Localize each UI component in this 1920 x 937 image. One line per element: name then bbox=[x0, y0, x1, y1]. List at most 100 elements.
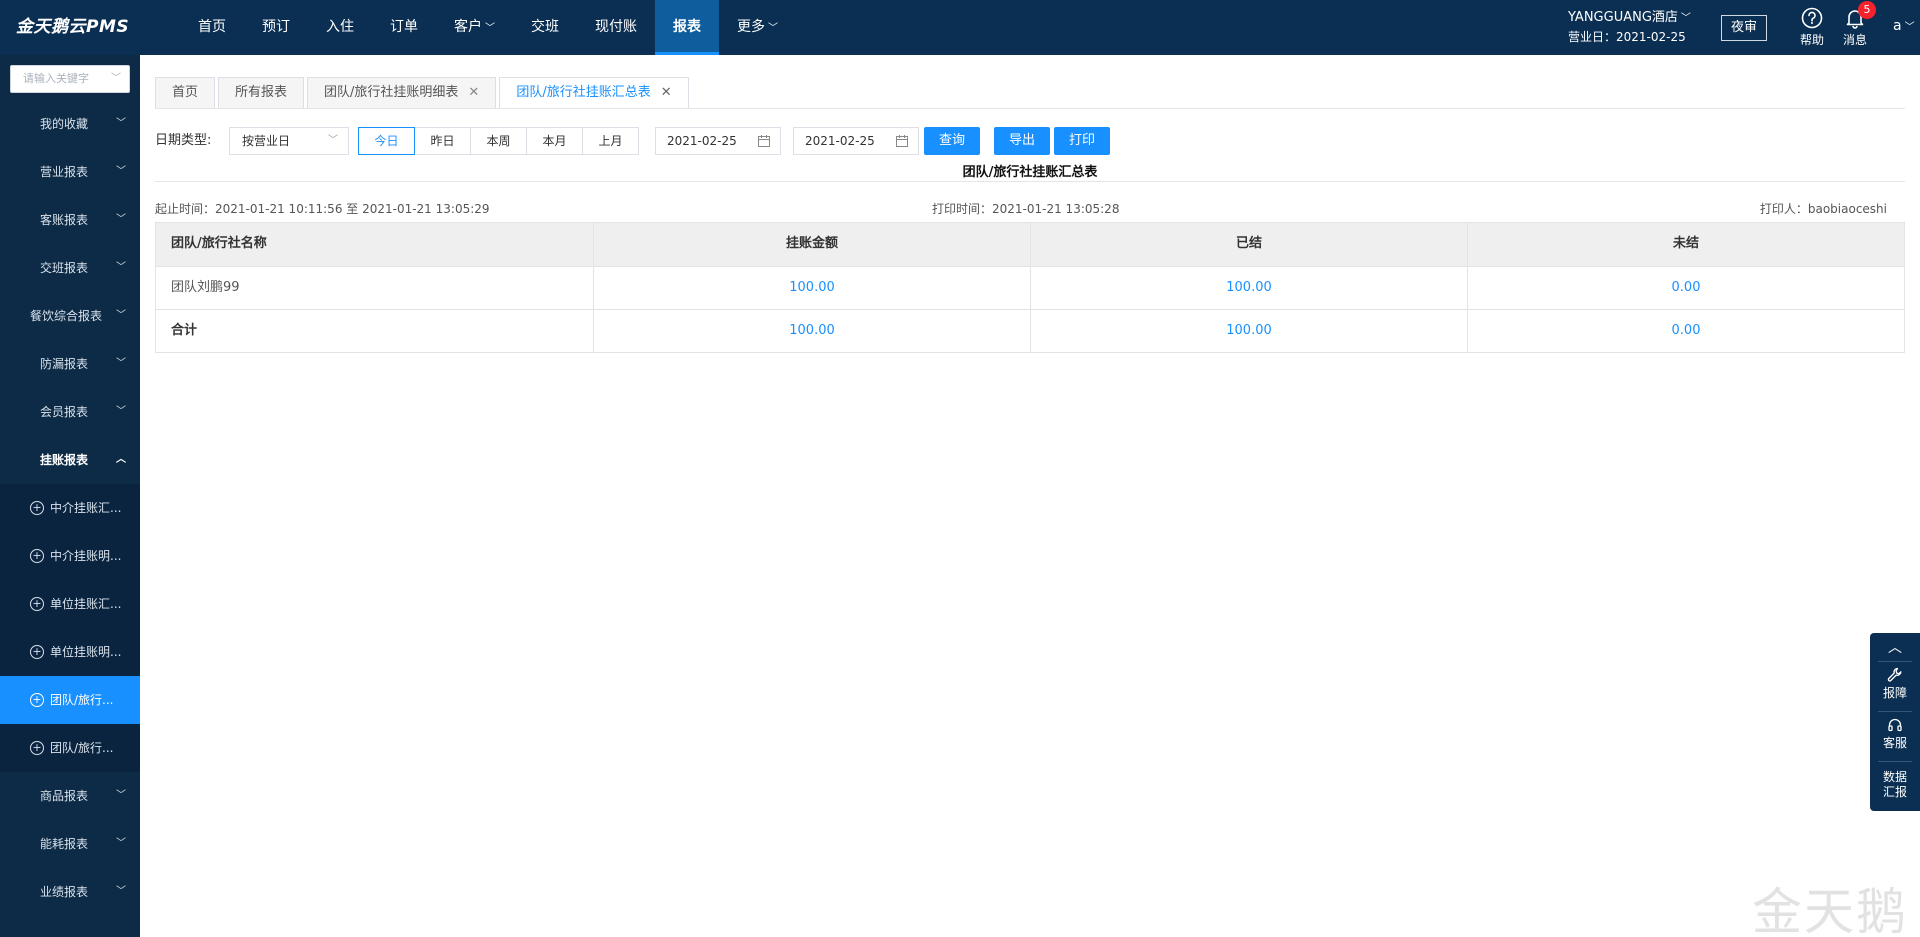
sidebar-subitem-group-credit-detail[interactable]: + 团队/旅行... bbox=[0, 724, 140, 772]
sidebar-item-leak-prevention-reports[interactable]: 防漏报表 ﹀ bbox=[0, 340, 140, 388]
date-type-label: 日期类型: bbox=[155, 133, 212, 148]
page-tabs: 首页 所有报表 团队/旅行社挂账明细表 ✕ 团队/旅行社挂账汇总表 ✕ bbox=[155, 77, 692, 109]
table-header-row: 团队/旅行社名称 挂账金额 已结 未结 bbox=[156, 223, 1904, 266]
sidebar-subitem-agency-credit-summary[interactable]: + 中介挂账汇... bbox=[0, 484, 140, 532]
plus-circle-icon: + bbox=[30, 501, 44, 515]
sidebar-item-member-reports[interactable]: 会员报表 ﹀ bbox=[0, 388, 140, 436]
sidebar-item-performance-reports[interactable]: 业绩报表 ﹀ bbox=[0, 868, 140, 916]
customer-service-button[interactable]: 客服 bbox=[1870, 717, 1920, 751]
sidebar-item-business-reports[interactable]: 营业报表 ﹀ bbox=[0, 148, 140, 196]
sidebar-item-energy-reports[interactable]: 能耗报表 ﹀ bbox=[0, 820, 140, 868]
report-title: 团队/旅行社挂账汇总表 bbox=[962, 165, 1098, 180]
end-date-input[interactable]: 2021-02-25 bbox=[793, 127, 919, 155]
close-icon[interactable]: ✕ bbox=[468, 85, 479, 100]
nav-item-cash-account[interactable]: 现付账 bbox=[577, 0, 655, 55]
chevron-up-icon: ︿ bbox=[116, 454, 126, 465]
user-name: a bbox=[1893, 18, 1902, 34]
sidebar-item-favorites[interactable]: 我的收藏 ﹀ bbox=[0, 100, 140, 148]
report-print-time: 打印时间：2021-01-21 13:05:28 bbox=[932, 202, 1120, 216]
brand-watermark: 金天鹅 bbox=[1752, 883, 1908, 937]
data-report-button[interactable]: 数据汇报 bbox=[1870, 770, 1920, 800]
close-icon[interactable]: ✕ bbox=[661, 85, 672, 100]
calendar-icon bbox=[896, 135, 908, 147]
range-this-week-button[interactable]: 本周 bbox=[470, 127, 527, 155]
cell-settled[interactable]: 100.00 bbox=[1030, 267, 1467, 309]
start-date-input[interactable]: 2021-02-25 bbox=[655, 127, 781, 155]
chevron-down-icon: ﹀ bbox=[116, 310, 126, 321]
cell-total-settled[interactable]: 100.00 bbox=[1030, 310, 1467, 352]
query-button[interactable]: 查询 bbox=[924, 127, 980, 155]
sidebar-subitem-company-credit-detail[interactable]: + 单位挂账明... bbox=[0, 628, 140, 676]
chevron-down-icon: ﹀ bbox=[768, 23, 778, 34]
cell-unsettled[interactable]: 0.00 bbox=[1467, 267, 1904, 309]
sidebar-item-catering-reports[interactable]: 餐饮综合报表 ﹀ bbox=[0, 292, 140, 340]
chevron-down-icon: ﹀ bbox=[116, 838, 126, 849]
sidebar-menu: 我的收藏 ﹀ 营业报表 ﹀ 客账报表 ﹀ 交班报表 ﹀ 餐饮综合报表 ﹀ 防漏报表 ﹀ 会员… bbox=[0, 100, 140, 916]
chevron-down-icon: ﹀ bbox=[116, 262, 126, 273]
night-audit-button[interactable]: 夜审 bbox=[1721, 15, 1767, 41]
panel-divider bbox=[1878, 711, 1912, 712]
plus-circle-icon: + bbox=[30, 693, 44, 707]
plus-circle-icon: + bbox=[30, 549, 44, 563]
report-issue-button[interactable]: 报障 bbox=[1870, 667, 1920, 701]
nav-item-customers[interactable]: 客户 ﹀ bbox=[436, 0, 513, 55]
business-date: 营业日：2021-02-25 bbox=[1568, 30, 1686, 44]
sidebar: 请输入关键字 ﹀ 我的收藏 ﹀ 营业报表 ﹀ 客账报表 ﹀ 交班报表 ﹀ 餐饮综合报表 ﹀… bbox=[0, 55, 140, 937]
date-type-select[interactable]: 按营业日 ﹀ bbox=[229, 127, 349, 155]
range-last-month-button[interactable]: 上月 bbox=[582, 127, 639, 155]
report-period: 起止时间：2021-01-21 10:11:56 至 2021-01-21 13… bbox=[155, 202, 490, 216]
nav-item-checkin[interactable]: 入住 bbox=[308, 0, 372, 55]
nav-item-home[interactable]: 首页 bbox=[180, 0, 244, 55]
tab-all-reports[interactable]: 所有报表 bbox=[218, 77, 305, 109]
tab-home[interactable]: 首页 bbox=[155, 77, 216, 109]
chevron-down-icon: ﹀ bbox=[1904, 22, 1915, 33]
nav-item-reports[interactable]: 报表 bbox=[655, 0, 719, 55]
sidebar-item-goods-reports[interactable]: 商品报表 ﹀ bbox=[0, 772, 140, 820]
nav-item-booking[interactable]: 预订 bbox=[244, 0, 308, 55]
cell-total-label: 合计 bbox=[171, 323, 198, 338]
message-count-badge: 5 bbox=[1858, 1, 1876, 19]
export-button[interactable]: 导出 bbox=[994, 127, 1050, 155]
main-nav: 首页 预订 入住 订单 客户 ﹀ 交班 现付账 报表 更多 ﹀ bbox=[180, 0, 796, 55]
cell-amount[interactable]: 100.00 bbox=[593, 267, 1030, 309]
hotel-selector[interactable]: YANGGUANG酒店 ﹀ 营业日：2021-02-25 bbox=[1568, 9, 1691, 46]
sidebar-subitem-group-credit-summary[interactable]: + 团队/旅行... bbox=[0, 676, 140, 724]
nav-item-orders[interactable]: 订单 bbox=[372, 0, 436, 55]
sidebar-subitem-company-credit-summary[interactable]: + 单位挂账汇... bbox=[0, 580, 140, 628]
user-menu[interactable]: a ﹀ bbox=[1893, 18, 1915, 34]
hotel-name: YANGGUANG酒店 bbox=[1568, 10, 1678, 25]
wrench-icon bbox=[1887, 667, 1902, 682]
nav-item-more[interactable]: 更多 ﹀ bbox=[719, 0, 796, 55]
range-yesterday-button[interactable]: 昨日 bbox=[414, 127, 471, 155]
help-button[interactable]: 帮助 bbox=[1795, 7, 1829, 47]
nav-item-shift[interactable]: 交班 bbox=[513, 0, 577, 55]
headset-icon bbox=[1888, 718, 1902, 732]
sidebar-item-shift-reports[interactable]: 交班报表 ﹀ bbox=[0, 244, 140, 292]
report-table: 团队/旅行社名称 挂账金额 已结 未结 团队刘鹏99 100.00 100.00… bbox=[155, 222, 1905, 353]
panel-divider bbox=[1878, 661, 1912, 662]
print-button[interactable]: 打印 bbox=[1054, 127, 1110, 155]
sidebar-subitem-agency-credit-detail[interactable]: + 中介挂账明... bbox=[0, 532, 140, 580]
floating-service-panel: ︿ 报障 客服 数据汇报 bbox=[1870, 633, 1920, 811]
range-today-button[interactable]: 今日 bbox=[358, 127, 415, 155]
app-brand[interactable]: 金天鹅云PMS bbox=[16, 0, 129, 55]
tab-group-credit-detail[interactable]: 团队/旅行社挂账明细表 ✕ bbox=[307, 77, 497, 109]
range-this-month-button[interactable]: 本月 bbox=[526, 127, 583, 155]
column-header-settled: 已结 bbox=[1030, 223, 1467, 265]
chevron-down-icon: ﹀ bbox=[116, 406, 126, 417]
tab-group-credit-summary[interactable]: 团队/旅行社挂账汇总表 ✕ bbox=[499, 77, 689, 109]
tabs-divider bbox=[155, 108, 1905, 109]
sidebar-search-input[interactable]: 请输入关键字 ﹀ bbox=[10, 65, 130, 93]
chevron-down-icon: ﹀ bbox=[116, 886, 126, 897]
sidebar-item-guest-account-reports[interactable]: 客账报表 ﹀ bbox=[0, 196, 140, 244]
chevron-down-icon: ﹀ bbox=[116, 358, 126, 369]
cell-total-unsettled[interactable]: 0.00 bbox=[1467, 310, 1904, 352]
report-printer: 打印人：baobiaoceshi bbox=[1759, 202, 1887, 216]
sidebar-item-credit-reports[interactable]: 挂账报表 ︿ bbox=[0, 436, 140, 484]
chevron-up-icon[interactable]: ︿ bbox=[1870, 637, 1920, 657]
panel-divider bbox=[1878, 761, 1912, 762]
chevron-down-icon: ﹀ bbox=[116, 166, 126, 177]
help-label: 帮助 bbox=[1799, 33, 1824, 47]
messages-button[interactable]: 5 消息 bbox=[1838, 1, 1876, 47]
cell-total-amount[interactable]: 100.00 bbox=[593, 310, 1030, 352]
